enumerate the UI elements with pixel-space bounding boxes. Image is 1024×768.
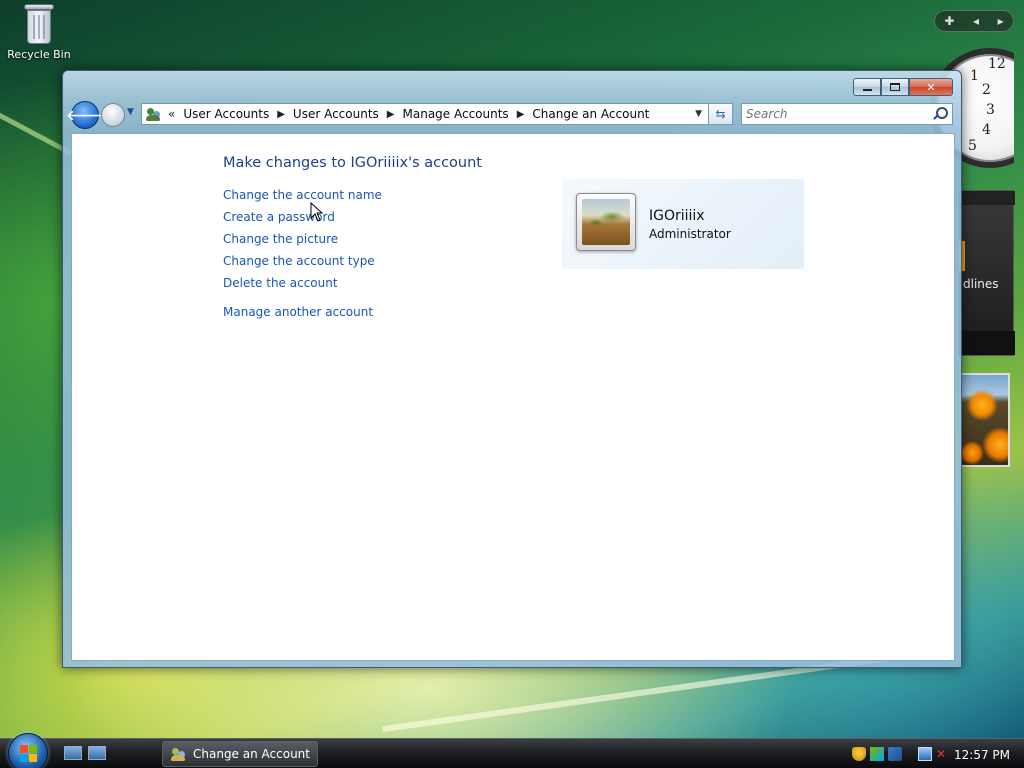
volume-muted-icon[interactable]: ✕	[936, 747, 950, 761]
minimize-icon	[862, 89, 872, 91]
content-pane: Make changes to IGOriiiix's account Chan…	[71, 133, 955, 661]
clock-number: 4	[982, 122, 991, 138]
sidebar-gadget-controls[interactable]: ✚ ◂ ▸	[934, 10, 1014, 32]
taskbar-button-change-account[interactable]: Change an Account	[162, 741, 318, 767]
change-picture-link[interactable]: Change the picture	[223, 232, 338, 246]
add-gadget-icon[interactable]: ✚	[944, 14, 954, 28]
close-button[interactable]: ✕	[909, 78, 953, 96]
manage-another-account-link[interactable]: Manage another account	[223, 305, 373, 319]
address-bar[interactable]: « User Accounts ▶ User Accounts ▶ Manage…	[141, 103, 709, 125]
avatar	[576, 193, 636, 251]
minimize-button[interactable]	[853, 78, 881, 96]
control-panel-window[interactable]: ✕ 🡐 ▼ « User Accounts ▶ User Accounts ▶ …	[62, 70, 962, 668]
windows-logo-icon	[20, 745, 38, 763]
breadcrumb-item-manage-accounts[interactable]: Manage Accounts	[403, 107, 509, 121]
page-title: Make changes to IGOriiiix's account	[223, 155, 482, 171]
forward-button[interactable]	[101, 103, 125, 127]
account-name: IGOriiiix	[649, 208, 705, 224]
change-account-type-link[interactable]: Change the account type	[223, 254, 375, 268]
headlines-label: dlines	[963, 277, 999, 291]
start-button[interactable]	[8, 733, 48, 768]
prev-gadget-icon[interactable]: ◂	[973, 14, 979, 28]
system-tray: ✕ 12:57 PM	[852, 741, 1024, 767]
recycle-bin-icon	[24, 4, 54, 44]
chevron-down-icon: ▼	[127, 107, 134, 117]
recent-pages-button[interactable]: ▼	[127, 107, 137, 121]
breadcrumb-item-user-accounts-2[interactable]: User Accounts	[293, 107, 379, 121]
account-type: Administrator	[649, 227, 731, 241]
back-button[interactable]: 🡐	[66, 101, 104, 129]
taskbar-clock[interactable]: 12:57 PM	[954, 748, 1010, 762]
clock-number: 3	[986, 102, 995, 118]
breadcrumb-separator-icon[interactable]: ▶	[517, 109, 525, 120]
search-box[interactable]	[741, 103, 953, 125]
clock-number: 5	[968, 138, 977, 154]
taskbar: Change an Account ✕ 12:57 PM	[0, 733, 1024, 768]
clock-number: 2	[982, 82, 991, 98]
refresh-icon: ⇆	[715, 107, 726, 121]
user-accounts-icon	[146, 106, 162, 122]
search-icon[interactable]	[932, 107, 948, 121]
windows-update-icon[interactable]	[870, 747, 884, 761]
refresh-button[interactable]: ⇆	[709, 103, 733, 125]
restore-icon	[890, 83, 900, 91]
headlines-gadget[interactable]: dlines	[958, 190, 1015, 356]
account-picture	[582, 199, 630, 245]
user-accounts-icon	[171, 746, 187, 762]
security-shield-icon[interactable]	[852, 747, 866, 761]
recycle-bin[interactable]: Recycle Bin	[6, 4, 72, 61]
taskbar-button-label: Change an Account	[193, 747, 310, 761]
navigation-bar: 🡐 ▼ « User Accounts ▶ User Accounts ▶ Ma…	[66, 101, 953, 129]
account-card: IGOriiiix Administrator	[562, 179, 804, 269]
breadcrumb-item-change-account[interactable]: Change an Account	[532, 107, 649, 121]
switch-windows-icon[interactable]	[88, 746, 106, 760]
slideshow-gadget[interactable]	[960, 373, 1010, 467]
breadcrumb-item-user-accounts[interactable]: User Accounts	[183, 107, 269, 121]
clock-number: 12	[988, 56, 1006, 72]
change-account-name-link[interactable]: Change the account name	[223, 188, 382, 202]
caption-buttons: ✕	[853, 78, 953, 96]
close-icon: ✕	[926, 80, 936, 94]
breadcrumb-overflow[interactable]: «	[168, 107, 175, 121]
show-desktop-icon[interactable]	[64, 746, 82, 760]
clock-number: 1	[970, 68, 979, 84]
next-gadget-icon[interactable]: ▸	[998, 14, 1004, 28]
delete-account-link[interactable]: Delete the account	[223, 276, 338, 290]
search-input[interactable]	[746, 107, 926, 121]
address-dropdown-icon[interactable]: ▼	[695, 109, 702, 119]
network-icon[interactable]	[918, 747, 932, 761]
recycle-bin-label: Recycle Bin	[7, 48, 71, 61]
maximize-button[interactable]	[881, 78, 909, 96]
arrow-left-icon: 🡐	[66, 107, 104, 124]
breadcrumb-separator-icon[interactable]: ▶	[387, 109, 395, 120]
windows-defender-icon[interactable]	[888, 747, 902, 761]
breadcrumb-separator-icon[interactable]: ▶	[277, 109, 285, 120]
